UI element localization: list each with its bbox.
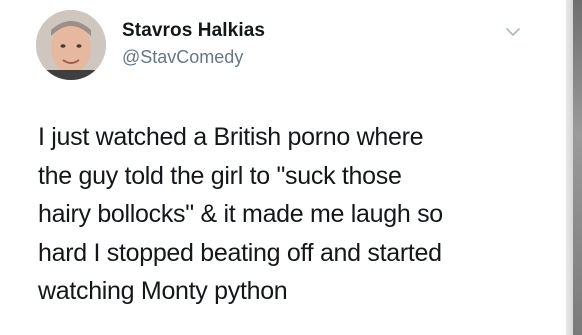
display-name[interactable]: Stavros Halkias: [122, 20, 265, 42]
tweet-text: I just watched a British porno where the…: [38, 118, 558, 311]
tweet-text-line: hard I stopped beating off and started: [38, 238, 442, 267]
tweet-text-line: watching Monty python: [38, 277, 288, 305]
chevron-down-icon[interactable]: [506, 27, 520, 37]
screen-edge: [566, 0, 582, 335]
avatar-photo-icon: [36, 10, 106, 80]
avatar[interactable]: [36, 10, 106, 80]
screen-edge-shadow: [573, 0, 582, 335]
tweet-text-line: I just watched a British porno where: [38, 123, 424, 151]
user-handle[interactable]: @StavComedy: [122, 47, 243, 68]
tweet-text-line: hairy bollocks" & it made me laugh so: [38, 200, 443, 228]
tweet-card: Stavros Halkias @StavComedy I just watch…: [0, 0, 566, 335]
tweet-text-line: the guy told the girl to "suck those: [38, 161, 402, 190]
